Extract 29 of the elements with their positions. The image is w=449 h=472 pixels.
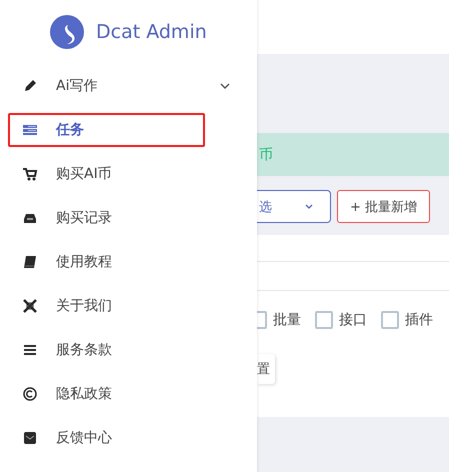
checkbox[interactable] — [315, 311, 333, 329]
checkbox-label: 插件 — [405, 311, 433, 329]
sidebar-item[interactable]: Ai写作 — [8, 69, 237, 103]
copyright-icon — [22, 386, 38, 402]
select-field[interactable]: 选 — [257, 190, 331, 223]
sidebar-item[interactable]: 服务条款 — [8, 333, 237, 367]
cross-icon — [22, 298, 38, 314]
sidebar-item[interactable]: 关于我们 — [8, 289, 237, 323]
logo-icon — [50, 15, 84, 49]
alert-text: 币 — [257, 133, 449, 176]
sidebar-item[interactable]: 反馈中心 — [8, 421, 237, 455]
book-icon — [22, 254, 38, 270]
list-icon — [22, 122, 38, 138]
brand-title: Dcat Admin — [96, 21, 207, 43]
pencil-icon — [22, 78, 38, 94]
sidebar-item[interactable]: 隐私政策 — [8, 377, 237, 411]
chevron-down-icon — [304, 202, 314, 212]
checkbox-label: 接口 — [339, 311, 367, 329]
action-button[interactable]: 置 — [257, 354, 275, 384]
cart-icon — [22, 166, 38, 182]
checkbox-label: 批量 — [273, 311, 301, 329]
sidebar-item[interactable]: 使用教程 — [8, 245, 237, 279]
sidebar-item[interactable]: 购买记录 — [8, 201, 237, 235]
checkbox[interactable] — [381, 311, 399, 329]
sidebar-item[interactable]: 任务 — [8, 113, 205, 147]
menu-icon — [22, 342, 38, 358]
batch-add-button[interactable]: + 批量新增 — [337, 190, 430, 223]
mail-icon — [22, 430, 38, 446]
sidebar-item[interactable]: 购买AI币 — [8, 157, 237, 191]
